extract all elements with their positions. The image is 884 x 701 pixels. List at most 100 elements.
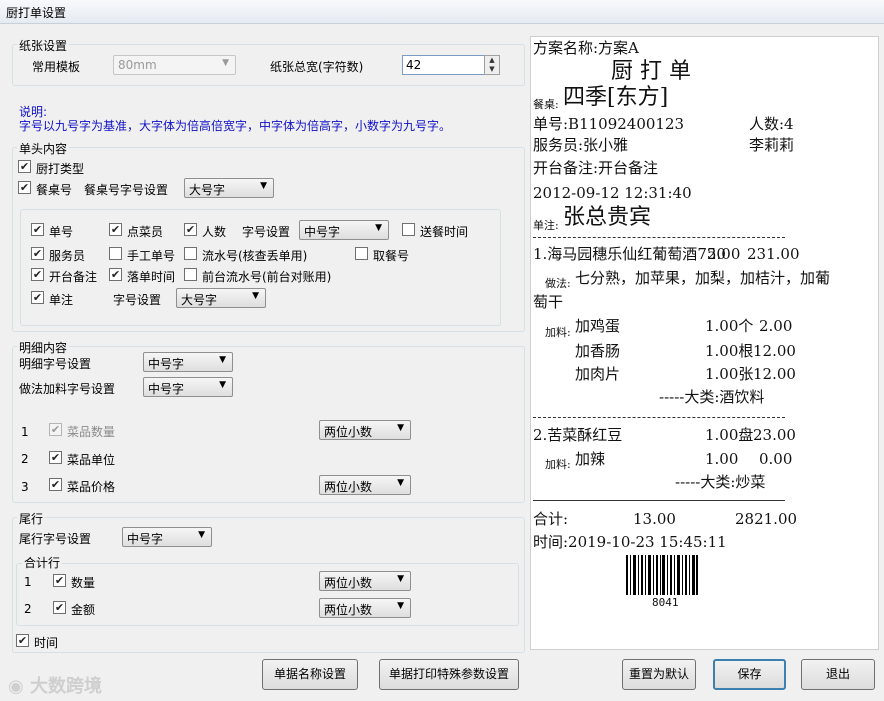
receipt-add4: 加辣 [575, 450, 606, 468]
template-select[interactable]: 80mm ▼ [113, 55, 236, 75]
receipt-total-amt: 2821.00 [735, 510, 798, 528]
serial-label: 流水号(核查丢单用) [202, 249, 308, 263]
chevron-down-icon: ▼ [397, 574, 404, 584]
exit-button[interactable]: 退出 [801, 659, 875, 690]
receipt-divider [533, 237, 785, 238]
receipt-item2: 2.苦菜酥红豆 [533, 426, 623, 444]
waiter-order-checkbox[interactable] [109, 223, 122, 236]
chevron-down-icon: ▼ [375, 223, 382, 233]
spin-up-icon[interactable]: ▲ [485, 56, 499, 65]
footer-title: 尾行 [17, 510, 46, 527]
table-no-checkbox[interactable] [18, 181, 31, 194]
kitchen-type-checkbox[interactable] [18, 160, 31, 173]
special-params-button[interactable]: 单据打印特殊参数设置 [379, 659, 519, 690]
receipt-remark-label: 单注: [533, 219, 559, 232]
open-note-checkbox[interactable] [31, 268, 44, 281]
receipt-category1: -----大类:酒饮料 [659, 388, 765, 406]
sum-amount-checkbox[interactable] [53, 601, 66, 614]
receipt-add3-amt: 12.00 [753, 365, 796, 383]
sum-qty-checkbox[interactable] [53, 574, 66, 587]
sum-row-index: 2 [24, 602, 32, 616]
receipt-title: 厨 打 单 [611, 59, 691, 84]
detail-row-index: 2 [21, 452, 29, 466]
receipt-add1: 加鸡蛋 [575, 317, 621, 335]
open-note-label: 开台备注 [49, 270, 98, 284]
chevron-down-icon: ▼ [397, 478, 404, 488]
receipt-people: 人数:4 [749, 115, 794, 133]
footer-font-select[interactable]: 中号字 ▼ [122, 527, 212, 547]
table-font-select[interactable]: 大号字 ▼ [184, 178, 274, 198]
chevron-down-icon: ▼ [397, 601, 404, 611]
receipt-add-label: 加料: [545, 326, 571, 339]
chevron-down-icon: ▼ [219, 355, 226, 365]
waiter-label: 服务员 [49, 249, 86, 263]
receipt-barcode-number: 8041 [652, 596, 679, 609]
receipt-total-qty: 13.00 [633, 510, 676, 528]
receipt-order-no: 单号:B11092400123 [533, 115, 685, 133]
receipt-item1-amt: 231.00 [747, 245, 800, 263]
item-unit-checkbox[interactable] [49, 451, 62, 464]
receipt-total-label: 合计: [533, 510, 569, 528]
order-no-checkbox[interactable] [31, 223, 44, 236]
receipt-item1-qty: 2.00 [707, 245, 741, 263]
reset-default-button[interactable]: 重置为默认 [622, 659, 696, 690]
people-label: 人数 [202, 225, 227, 239]
pickup-no-label: 取餐号 [373, 249, 410, 263]
paper-width-input[interactable]: 42 [402, 55, 486, 75]
detail-font-select[interactable]: 中号字 ▼ [143, 352, 233, 372]
item-price-checkbox[interactable] [49, 478, 62, 491]
manual-no-label: 手工单号 [127, 249, 176, 263]
item-qty-decimal-select[interactable]: 两位小数 ▼ [319, 420, 411, 440]
sum-amount-decimal-select[interactable]: 两位小数 ▼ [319, 598, 411, 618]
order-time-label: 落单时间 [127, 270, 176, 284]
manual-no-checkbox[interactable] [109, 247, 122, 260]
order-time-checkbox[interactable] [109, 268, 122, 281]
waiter-checkbox[interactable] [31, 247, 44, 260]
method-font-select[interactable]: 中号字 ▼ [143, 377, 233, 397]
name-settings-button[interactable]: 单据名称设置 [262, 659, 358, 690]
receipt-table-label: 餐桌: [533, 98, 559, 111]
receipt-item2-amt: 23.00 [753, 426, 796, 444]
chevron-down-icon: ▼ [219, 380, 226, 390]
receipt-add2-qty: 1.00根 [705, 342, 754, 360]
paper-settings-title: 纸张设置 [17, 37, 70, 54]
paper-width-label: 纸张总宽(字符数) [270, 60, 364, 74]
sum-qty-label: 数量 [71, 576, 96, 590]
template-label: 常用模板 [32, 60, 81, 74]
receipt-preview: 方案名称:方案A 厨 打 单 餐桌: 四季[东方] 单号:B1109240012… [530, 36, 879, 650]
detail-row-index: 3 [21, 480, 29, 494]
item-price-decimal-select[interactable]: 两位小数 ▼ [319, 475, 411, 495]
receipt-remark-value: 张总贵宾 [563, 205, 652, 230]
chevron-down-icon: ▼ [252, 291, 259, 301]
delivery-time-label: 送餐时间 [420, 225, 469, 239]
front-serial-checkbox[interactable] [184, 268, 197, 281]
time-label: 时间 [34, 636, 59, 650]
footer-font-label: 尾行字号设置 [19, 532, 92, 546]
people-checkbox[interactable] [184, 223, 197, 236]
receipt-divider [533, 417, 785, 418]
order-no-label: 单号 [49, 225, 74, 239]
item-qty-checkbox[interactable] [49, 423, 62, 436]
receipt-add1-amt: 2.00 [759, 317, 793, 335]
sum-qty-decimal-select[interactable]: 两位小数 ▼ [319, 571, 411, 591]
paper-width-spinner[interactable]: ▲ ▼ [484, 55, 500, 75]
header-font-select[interactable]: 中号字 ▼ [299, 220, 389, 240]
save-button[interactable]: 保存 [713, 659, 786, 690]
receipt-add3: 加肉片 [575, 365, 621, 383]
receipt-add4-amt: 0.00 [759, 450, 793, 468]
chevron-down-icon: ▼ [397, 423, 404, 433]
receipt-add3-qty: 1.00张 [705, 365, 754, 383]
watermark-logo: ◉ 大数跨境 [8, 676, 102, 697]
delivery-time-checkbox[interactable] [402, 223, 415, 236]
receipt-scheme: 方案名称:方案A [533, 39, 639, 57]
chevron-down-icon: ▼ [222, 58, 229, 68]
spin-down-icon[interactable]: ▼ [485, 65, 499, 74]
pickup-no-checkbox[interactable] [355, 247, 368, 260]
detail-row-index: 1 [21, 425, 29, 439]
waiter-order-label: 点菜员 [127, 225, 164, 239]
serial-checkbox[interactable] [184, 247, 197, 260]
time-checkbox[interactable] [16, 634, 29, 647]
receipt-category2: -----大类:炒菜 [675, 473, 766, 491]
remark-font-select[interactable]: 大号字 ▼ [176, 288, 266, 308]
remark-checkbox[interactable] [31, 291, 44, 304]
